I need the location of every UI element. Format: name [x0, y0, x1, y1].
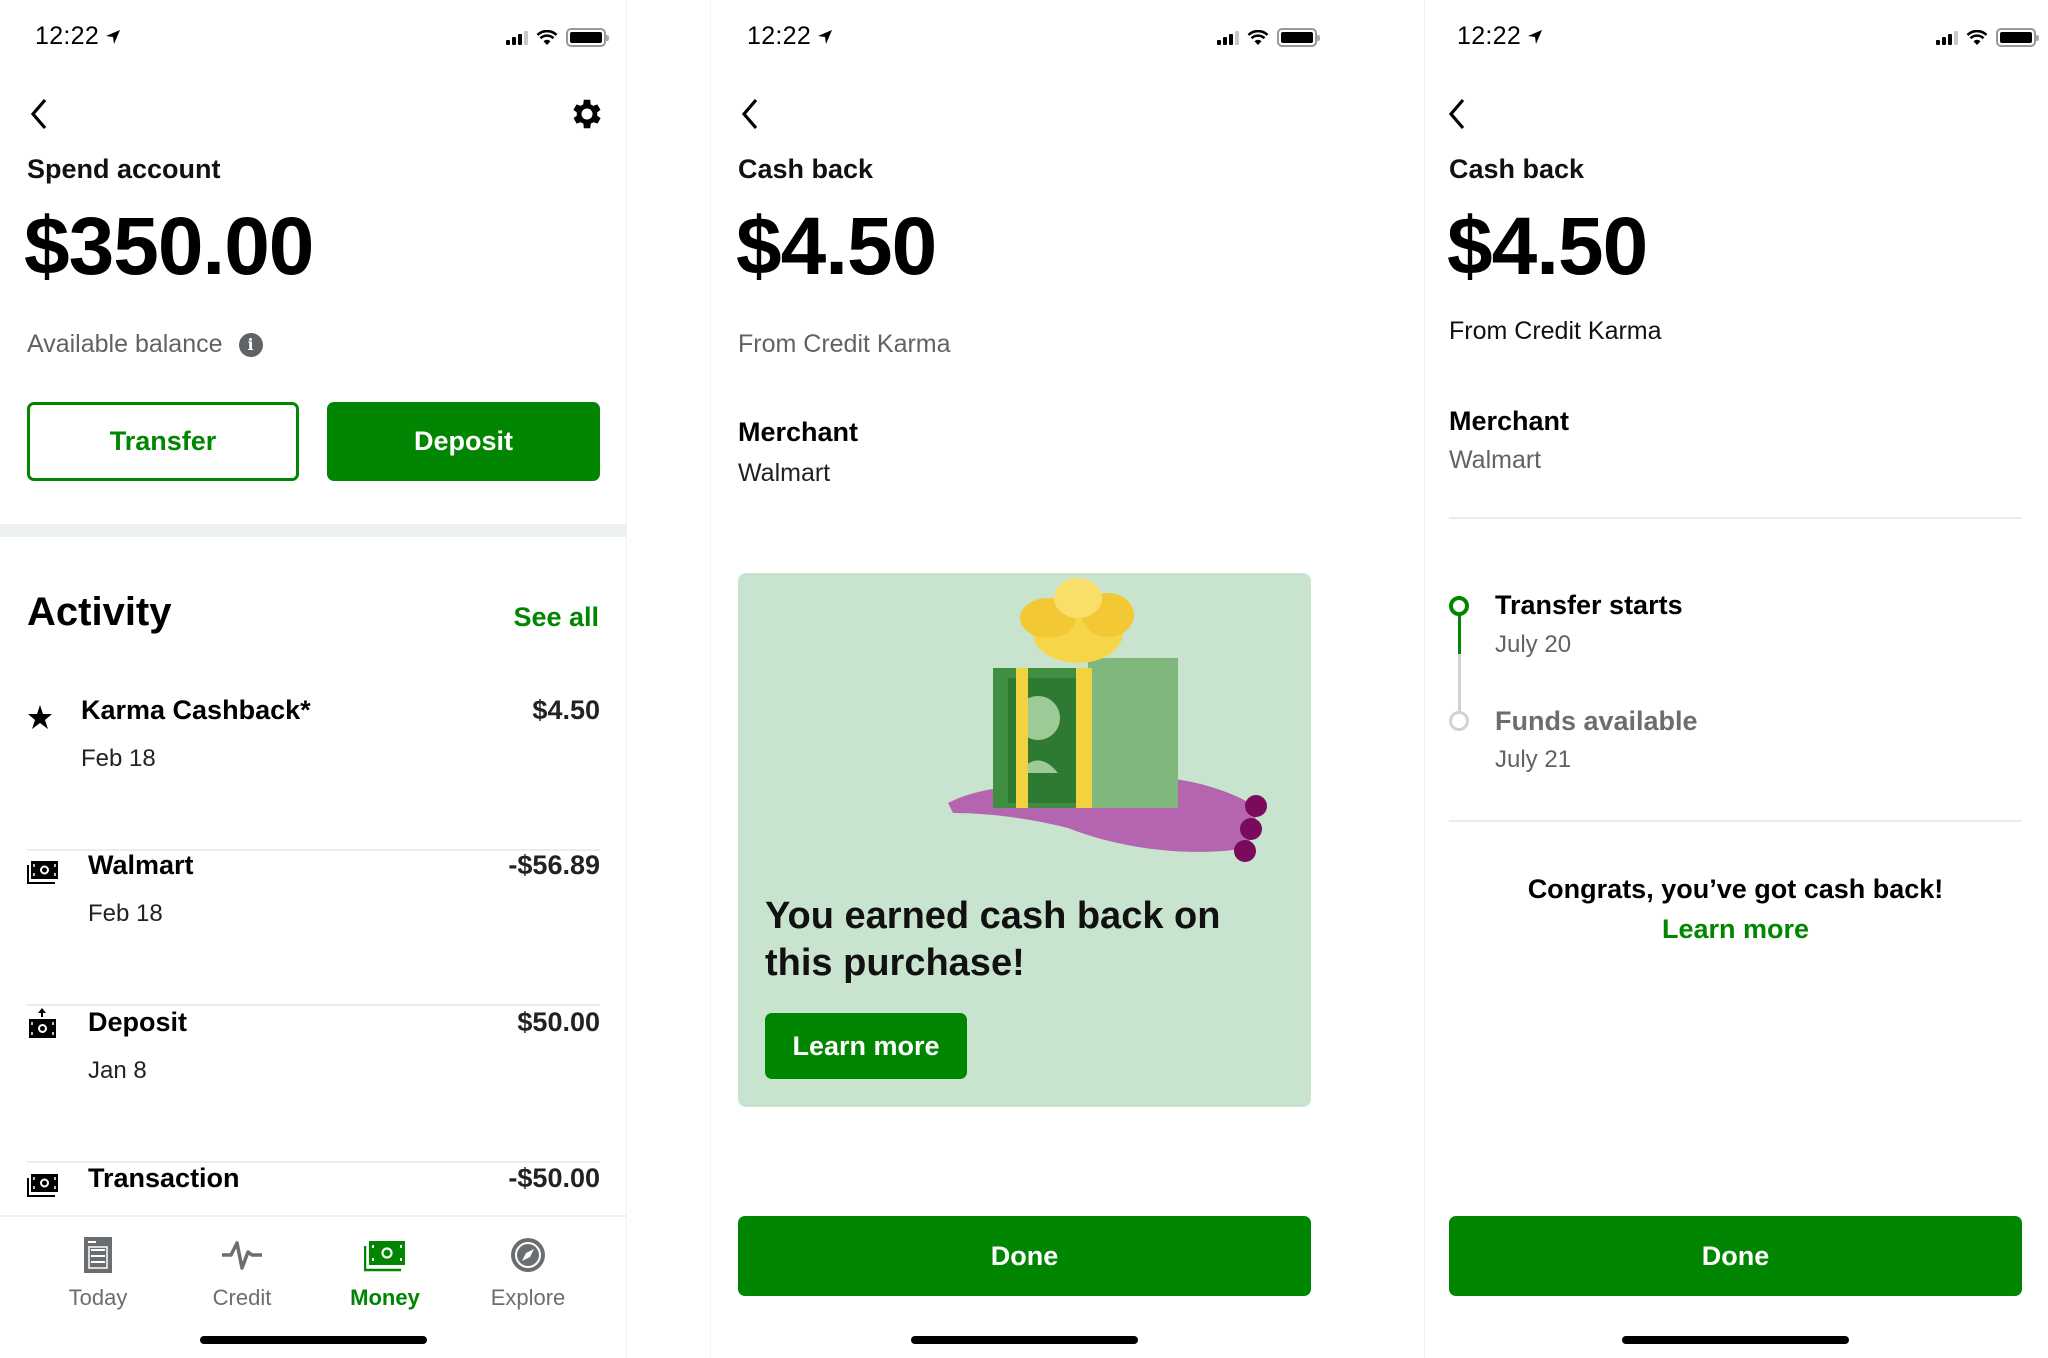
done-button[interactable]: Done — [738, 1216, 1311, 1296]
location-arrow-icon — [106, 29, 121, 44]
divider — [1449, 517, 2022, 519]
status-bar-icons — [1217, 28, 1320, 47]
merchant-label: Merchant — [738, 417, 859, 447]
deposit-button[interactable]: Deposit — [327, 402, 600, 481]
star-icon — [28, 705, 52, 729]
info-icon[interactable]: i — [238, 332, 263, 357]
learn-more-button[interactable]: Learn more — [765, 1013, 967, 1079]
status-bar-time: 12:22 — [35, 22, 121, 51]
document-icon — [84, 1237, 112, 1273]
tab-label: Credit — [212, 1285, 272, 1310]
available-balance-row: Available balance i — [27, 330, 263, 359]
location-arrow-icon — [818, 29, 833, 44]
activity-date: Feb 18 — [81, 745, 156, 772]
cash-icon — [27, 861, 58, 884]
activity-date: Jan 8 — [88, 1057, 147, 1084]
settings-gear-icon[interactable] — [568, 95, 606, 133]
cashback-detail-screen: 12:22 Cash back $4.50 From Credit Karma … — [1424, 0, 2048, 1358]
home-indicator[interactable] — [200, 1336, 427, 1344]
back-chevron-icon[interactable] — [1445, 96, 1469, 132]
cash-deposit-icon — [29, 1008, 56, 1038]
gift-money-hand-illustration — [948, 578, 1267, 862]
timeline-step-title: Transfer starts — [1495, 590, 1683, 620]
transfer-button[interactable]: Transfer — [27, 402, 299, 481]
merchant-name: Walmart — [1449, 446, 1542, 474]
merchant-name: Walmart — [738, 459, 831, 487]
cashback-source: From Credit Karma — [1449, 317, 1662, 345]
timeline-step-date: July 20 — [1495, 631, 1572, 658]
battery-icon — [566, 28, 609, 47]
back-chevron-icon[interactable] — [738, 96, 762, 132]
cash-icon — [27, 1174, 58, 1197]
battery-icon — [1277, 28, 1320, 47]
signal-icon — [506, 30, 528, 45]
signal-icon — [1936, 30, 1958, 45]
tab-credit[interactable]: Credit — [172, 1235, 312, 1311]
activity-row[interactable]: Walmart Feb 18 -$56.89 — [27, 850, 600, 1006]
activity-amount: -$56.89 — [508, 850, 600, 880]
activity-row[interactable]: Karma Cashback* Feb 18 $4.50 — [27, 695, 600, 851]
divider — [1449, 820, 2022, 822]
home-indicator[interactable] — [1622, 1336, 1849, 1344]
timeline-step-title: Funds available — [1495, 706, 1698, 736]
timeline-step-date: July 21 — [1495, 746, 1572, 773]
timeline-progress-line — [1458, 612, 1461, 654]
available-balance-label: Available balance — [27, 330, 223, 358]
battery-icon — [1996, 28, 2039, 47]
compass-icon — [511, 1238, 545, 1272]
promo-heading: You earned cash back on this purchase! — [765, 895, 1221, 984]
cashback-source: From Credit Karma — [738, 330, 951, 358]
activity-date: Feb 18 — [88, 900, 163, 927]
screen-title: Cash back — [1449, 154, 1585, 184]
status-bar-time: 12:22 — [747, 22, 833, 51]
wifi-icon — [536, 29, 558, 45]
done-button[interactable]: Done — [1449, 1216, 2022, 1296]
home-indicator[interactable] — [911, 1336, 1138, 1344]
account-title: Spend account — [27, 154, 221, 184]
activity-title: Deposit — [88, 1007, 188, 1037]
activity-title: Karma Cashback* — [81, 695, 311, 725]
tab-label: Explore — [490, 1285, 566, 1310]
cashback-amount: $4.50 — [1447, 201, 1648, 292]
merchant-label: Merchant — [1449, 406, 1570, 436]
row-divider — [27, 1004, 600, 1006]
pulse-icon — [222, 1241, 262, 1270]
activity-amount: $4.50 — [532, 695, 600, 725]
activity-row[interactable]: Deposit Jan 8 $50.00 — [27, 1007, 600, 1163]
cashback-amount: $4.50 — [736, 201, 937, 292]
learn-more-link[interactable]: Learn more — [1449, 914, 2022, 945]
account-balance: $350.00 — [24, 201, 314, 292]
section-divider — [0, 524, 626, 537]
screen-title: Cash back — [738, 154, 874, 184]
activity-amount: $50.00 — [517, 1007, 600, 1037]
see-all-link[interactable]: See all — [513, 602, 599, 633]
activity-heading: Activity — [27, 590, 172, 634]
cash-icon — [364, 1241, 405, 1272]
status-bar-icons — [1936, 28, 2039, 47]
timeline-complete-dot-icon — [1449, 596, 1469, 616]
wifi-icon — [1966, 29, 1988, 45]
cashback-promo-card: You earned cash back on this purchase! L… — [738, 573, 1311, 1107]
back-chevron-icon[interactable] — [27, 96, 51, 132]
tab-label: Money — [350, 1285, 420, 1310]
tab-explore[interactable]: Explore — [458, 1235, 598, 1311]
status-bar-icons — [506, 28, 609, 47]
wifi-icon — [1247, 29, 1269, 45]
tab-today[interactable]: Today — [28, 1235, 168, 1311]
activity-title: Transaction — [88, 1163, 240, 1193]
location-arrow-icon — [1528, 29, 1543, 44]
spend-account-screen: 12:22 Spend account $350.00 Available ba… — [0, 0, 627, 1358]
timeline-pending-dot-icon — [1449, 711, 1469, 731]
status-bar-time: 12:22 — [1457, 22, 1543, 51]
tab-money[interactable]: Money — [315, 1235, 455, 1311]
signal-icon — [1217, 30, 1239, 45]
activity-title: Walmart — [88, 850, 194, 880]
congrats-message: Congrats, you’ve got cash back! — [1527, 874, 1944, 904]
activity-amount: -$50.00 — [508, 1163, 600, 1193]
tab-label: Today — [68, 1285, 128, 1310]
cashback-screen: 12:22 Cash back $4.50 From Credit Karma … — [710, 0, 1337, 1358]
